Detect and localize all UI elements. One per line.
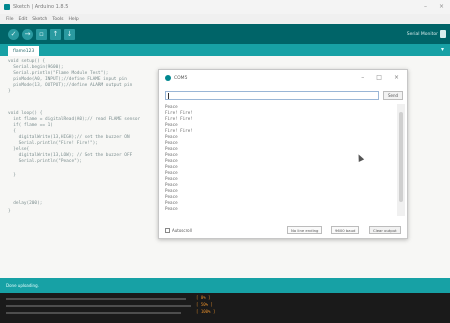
serial-line: Peace [165, 158, 178, 163]
serial-line: Peace [165, 104, 178, 109]
menu-help[interactable]: Help [69, 17, 79, 22]
autoscroll-label: Autoscroll [172, 227, 192, 233]
code-line: pinMode(13, OUTPUT);//define ALARM outpu… [8, 83, 133, 88]
menu-edit[interactable]: Edit [19, 17, 28, 22]
serial-line: Peace [165, 200, 178, 205]
serial-line: Peace [165, 122, 178, 127]
arrow-right-icon: → [24, 29, 31, 38]
code-line: Serial.println("Flame Module Test"); [8, 71, 109, 76]
tab-menu-icon[interactable]: ▾ [441, 46, 444, 53]
arrow-up-icon: ↑ [52, 29, 59, 38]
code-line: } [8, 89, 11, 94]
serial-line: Peace [165, 152, 178, 157]
menu-file[interactable]: File [6, 17, 14, 22]
serial-window-controls: – □ × [361, 74, 399, 81]
code-line: digitalWrite(13,LOW); // Set the buzzer … [8, 153, 133, 158]
menu-tools[interactable]: Tools [52, 17, 63, 22]
menu-sketch[interactable]: Sketch [32, 17, 47, 22]
scrollbar-thumb[interactable] [399, 112, 403, 202]
new-button[interactable]: ▫ [36, 28, 47, 40]
menu-bar: File Edit Sketch Tools Help [0, 14, 450, 24]
code-line: if( flame == 1) [8, 123, 53, 128]
code-line: }else{ [8, 147, 30, 152]
magnifier-icon [440, 30, 446, 38]
code-line: Serial.begin(9600); [8, 65, 64, 70]
serial-line: Peace [165, 188, 178, 193]
serial-line: Peace [165, 134, 178, 139]
window-controls: – × [424, 3, 444, 10]
serial-monitor-label: Serial Monitor [406, 31, 438, 37]
code-line: void loop() { [8, 111, 43, 116]
serial-line: Peace [165, 206, 178, 211]
new-file-icon: ▫ [39, 29, 44, 38]
arrow-down-icon: ↓ [66, 29, 73, 38]
check-icon: ✓ [10, 29, 17, 38]
code-line: int flame = digitalRead(A0);// read FLAM… [8, 117, 141, 122]
verify-button[interactable]: ✓ [8, 28, 19, 40]
console-line [6, 305, 191, 307]
console-progress: [ 0% ] [196, 295, 211, 300]
console-progress: [ 100% ] [196, 309, 216, 314]
serial-port-title: COM5 [174, 75, 188, 81]
save-button[interactable]: ↓ [64, 28, 75, 40]
serial-line: Peace [165, 176, 178, 181]
console-progress: [ 50% ] [196, 302, 213, 307]
toolbar: ✓ → ▫ ↑ ↓ Serial Monitor [0, 24, 450, 44]
code-line: delay(200); [8, 201, 43, 206]
code-line: pinMode(A0, INPUT);//define FLAME input … [8, 77, 127, 82]
text-cursor [168, 93, 169, 99]
serial-footer: Autoscroll No line ending 9600 baud Clea… [159, 222, 407, 238]
code-line: void setup() { [8, 59, 46, 64]
maximize-icon[interactable]: □ [376, 74, 382, 81]
serial-scrollbar[interactable] [397, 104, 405, 216]
serial-line: Fire! Fire! [165, 116, 193, 121]
code-line: } [8, 173, 16, 178]
serial-line: Fire! Fire! [165, 128, 193, 133]
serial-line: Fire! Fire! [165, 110, 193, 115]
code-line: { [8, 129, 16, 134]
serial-monitor-window: COM5 – □ × Send Peace Fire! Fire! Fire! … [158, 69, 408, 239]
code-line: digitalWrite(13,HIGH);// set the buzzer … [8, 135, 130, 140]
serial-line: Peace [165, 182, 178, 187]
serial-line: Peace [165, 194, 178, 199]
window-title-bar: Sketch | Arduino 1.8.5 – × [0, 0, 450, 14]
send-button[interactable]: Send [383, 91, 403, 100]
window-title: Sketch | Arduino 1.8.5 [13, 4, 69, 10]
upload-button[interactable]: → [22, 28, 33, 40]
console-output: [ 0% ] [ 50% ] [ 100% ] [0, 293, 450, 323]
clear-output-button[interactable]: Clear output [369, 226, 401, 234]
serial-line: Peace [165, 140, 178, 145]
tab-bar: flame123 ▾ [0, 44, 450, 56]
arduino-icon [4, 4, 10, 10]
code-line: Serial.println("Fire! Fire!"); [8, 141, 98, 146]
minimize-icon[interactable]: – [424, 3, 427, 10]
serial-line: Peace [165, 146, 178, 151]
autoscroll-checkbox[interactable] [165, 227, 170, 233]
code-line: Serial.println("Peace"); [8, 159, 83, 164]
close-icon[interactable]: × [394, 74, 399, 81]
serial-send-input[interactable] [165, 91, 379, 100]
serial-line: Peace [165, 164, 178, 169]
serial-line: Peace [165, 170, 178, 175]
baud-rate-select[interactable]: 9600 baud [331, 226, 360, 234]
console-line [6, 312, 181, 314]
code-line: } [8, 209, 11, 214]
arduino-icon [165, 75, 171, 81]
serial-monitor-button[interactable]: Serial Monitor [407, 30, 446, 38]
status-message: Done uploading. [6, 283, 39, 288]
serial-window-title-bar: COM5 – □ × [159, 70, 407, 86]
status-bar: Done uploading. [0, 278, 450, 293]
open-button[interactable]: ↑ [50, 28, 61, 40]
line-ending-select[interactable]: No line ending [287, 226, 323, 234]
console-line [6, 298, 186, 300]
minimize-icon[interactable]: – [361, 74, 364, 81]
close-icon[interactable]: × [439, 3, 444, 10]
tab-sketch[interactable]: flame123 [8, 46, 40, 56]
